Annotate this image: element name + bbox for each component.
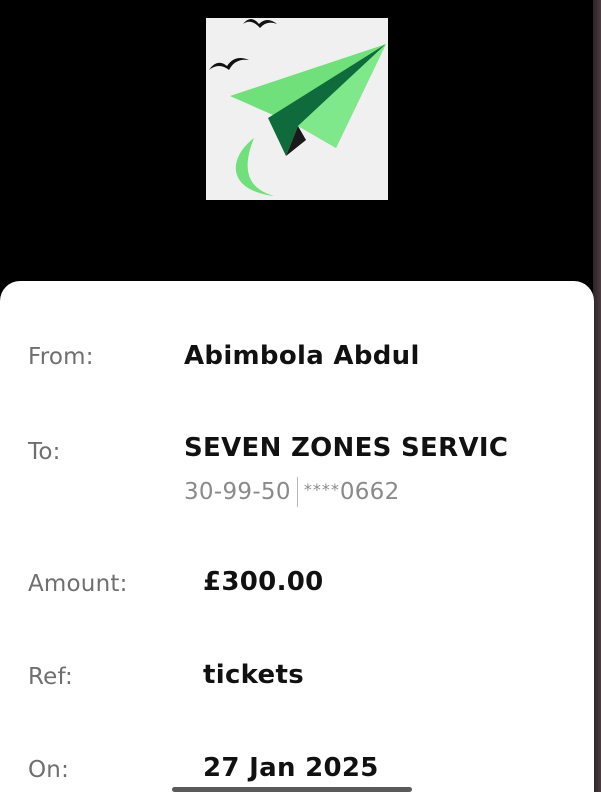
account-last4: 0662 bbox=[339, 479, 400, 505]
account-divider bbox=[296, 477, 298, 507]
account-mask: **** bbox=[303, 480, 340, 499]
ref-value: tickets bbox=[203, 660, 304, 690]
birds-icon bbox=[209, 19, 277, 70]
account-details: 30-99-50 ****0662 bbox=[184, 477, 400, 507]
on-value: 27 Jan 2025 bbox=[203, 753, 379, 783]
transfer-receipt-screen: From: Abimbola Abdul To: SEVEN ZONES SER… bbox=[0, 0, 601, 792]
sort-code: 30-99-50 bbox=[184, 479, 291, 505]
to-value: SEVEN ZONES SERVIC bbox=[184, 433, 509, 463]
ref-label: Ref: bbox=[28, 664, 73, 690]
amount-label: Amount: bbox=[28, 571, 128, 597]
on-label: On: bbox=[28, 757, 70, 783]
home-indicator[interactable] bbox=[172, 787, 412, 792]
from-value: Abimbola Abdul bbox=[184, 341, 420, 371]
screen-edge bbox=[593, 0, 601, 792]
transfer-details-card: From: Abimbola Abdul To: SEVEN ZONES SER… bbox=[0, 281, 594, 792]
to-label: To: bbox=[28, 439, 61, 465]
from-label: From: bbox=[28, 344, 94, 370]
amount-value: £300.00 bbox=[203, 567, 324, 597]
